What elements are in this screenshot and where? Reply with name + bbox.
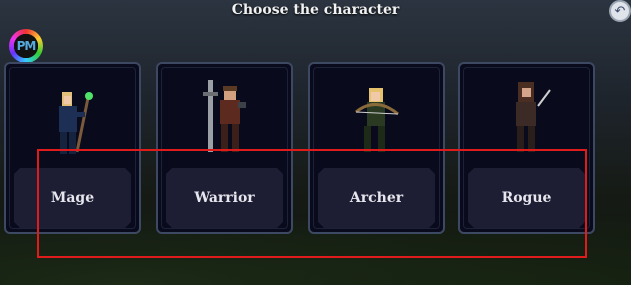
rogue-portrait: [460, 72, 593, 156]
back-arrow-icon: ↶: [614, 3, 626, 19]
app-logo: PM: [9, 29, 43, 63]
back-button[interactable]: ↶: [609, 0, 631, 22]
mage-portrait: [6, 72, 139, 156]
page-title: Choose the character: [231, 2, 400, 18]
rogue-sprite-icon: [515, 82, 551, 152]
logo-text: PM: [16, 39, 37, 53]
warrior-portrait: [158, 72, 291, 156]
archer-sprite-icon: [354, 88, 399, 152]
archer-portrait: [310, 72, 443, 156]
selection-highlight: [37, 149, 587, 258]
mage-sprite-icon: [58, 92, 93, 154]
warrior-sprite-icon: [202, 80, 246, 152]
